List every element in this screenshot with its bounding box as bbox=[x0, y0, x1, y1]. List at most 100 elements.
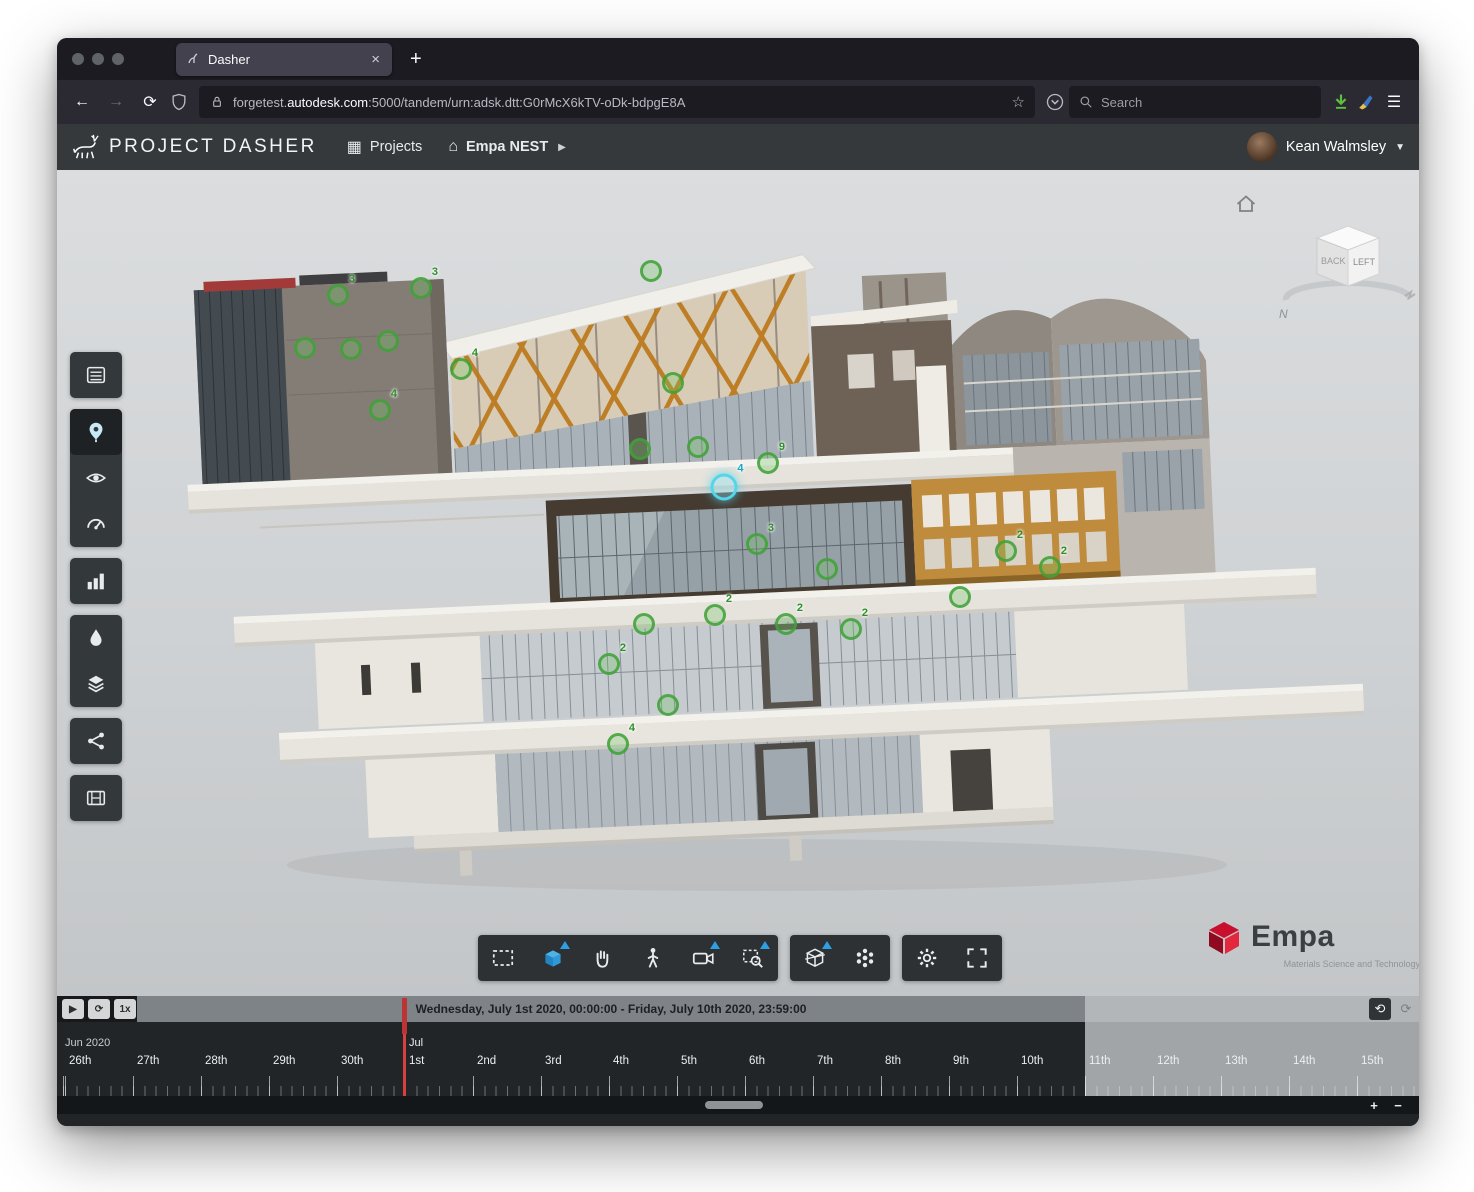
speed-button[interactable]: 1x bbox=[114, 999, 136, 1019]
sensor-marker[interactable]: 3 bbox=[746, 533, 768, 555]
sensor-marker[interactable] bbox=[633, 613, 655, 635]
timeline-range-text: Wednesday, July 1st 2020, 00:00:00 - Fri… bbox=[416, 1002, 807, 1016]
sensor-marker[interactable]: 4 bbox=[369, 399, 391, 421]
close-window-button[interactable] bbox=[72, 53, 84, 65]
settings-button[interactable] bbox=[902, 935, 952, 981]
pan-hand-button[interactable] bbox=[578, 935, 628, 981]
reset-range-button[interactable]: ⟲ bbox=[1369, 998, 1391, 1020]
menu-hamburger-icon[interactable]: ☰ bbox=[1379, 87, 1409, 117]
timeline-zoom-in-button[interactable]: + bbox=[1363, 1096, 1385, 1114]
app-title: PROJECT DASHER bbox=[109, 136, 317, 158]
sensor-marker[interactable]: 2 bbox=[704, 604, 726, 626]
gauge-button[interactable] bbox=[70, 501, 122, 547]
pocket-icon[interactable] bbox=[1045, 92, 1065, 112]
nav-current-project[interactable]: ⌂ Empa NEST ▶ bbox=[448, 138, 566, 156]
forward-button[interactable]: → bbox=[101, 87, 131, 117]
tab-close-icon[interactable]: × bbox=[369, 51, 382, 68]
minimize-window-button[interactable] bbox=[92, 53, 104, 65]
timeline-day-label: 29th bbox=[273, 1055, 295, 1067]
tab-title: Dasher bbox=[208, 52, 361, 67]
timeline-ruler[interactable]: 26th27th28th29th30th1st2nd3rd4th5th6th7t… bbox=[57, 1052, 1419, 1096]
scrollbar-thumb[interactable] bbox=[705, 1101, 763, 1109]
marquee-select-button[interactable] bbox=[478, 935, 528, 981]
ruler-minor-ticks bbox=[57, 1086, 1419, 1096]
timeline-playhead[interactable] bbox=[403, 998, 406, 1096]
section-box-button[interactable] bbox=[790, 935, 840, 981]
timeline-day-label: 1st bbox=[409, 1055, 424, 1067]
sensor-marker[interactable] bbox=[816, 558, 838, 580]
user-menu[interactable]: Kean Walmsley ▼ bbox=[1247, 132, 1405, 162]
sensor-marker[interactable]: 4 bbox=[607, 733, 629, 755]
loop-button[interactable]: ⟳ bbox=[88, 999, 110, 1019]
sensor-marker[interactable] bbox=[949, 586, 971, 608]
empa-logo: Empa Materials Science and Technology bbox=[1205, 920, 1419, 969]
data-panel-button[interactable] bbox=[70, 352, 122, 398]
maximize-window-button[interactable] bbox=[112, 53, 124, 65]
share-button[interactable] bbox=[70, 718, 122, 764]
chevron-right-icon: ▶ bbox=[558, 142, 566, 153]
timeline-day-label: 4th bbox=[613, 1055, 629, 1067]
timeline-day-label: 13th bbox=[1225, 1055, 1247, 1067]
sensor-marker[interactable] bbox=[657, 694, 679, 716]
sensor-marker[interactable] bbox=[662, 372, 684, 394]
building-levels-button[interactable] bbox=[70, 558, 122, 604]
reload-button[interactable]: ⟳ bbox=[135, 87, 165, 117]
viewcube-left-label[interactable]: LEFT bbox=[1353, 257, 1376, 267]
timeline-day-label: 11th bbox=[1089, 1055, 1111, 1067]
tracking-shield-icon[interactable] bbox=[169, 92, 189, 112]
water-drop-button[interactable] bbox=[70, 615, 122, 661]
sensor-marker[interactable]: 3 bbox=[327, 284, 349, 306]
timeline-zoom-out-button[interactable]: − bbox=[1387, 1096, 1409, 1114]
highlighter-extension-icon[interactable] bbox=[1355, 92, 1375, 112]
projects-grid-icon: ▦ bbox=[347, 137, 362, 157]
search-input[interactable]: Search bbox=[1069, 86, 1321, 118]
sensor-marker[interactable]: 2 bbox=[1039, 556, 1061, 578]
redo-range-button[interactable]: ⟳ bbox=[1395, 998, 1417, 1020]
explode-model-button[interactable] bbox=[840, 935, 890, 981]
back-button[interactable]: ← bbox=[67, 87, 97, 117]
window-controls[interactable] bbox=[57, 53, 140, 65]
sensor-marker-count: 3 bbox=[349, 273, 355, 285]
browser-tab[interactable]: Dasher × bbox=[176, 43, 392, 76]
play-button[interactable]: ▶ bbox=[62, 999, 84, 1019]
sensor-marker[interactable] bbox=[294, 337, 316, 359]
zoom-window-button[interactable] bbox=[728, 935, 778, 981]
orbit-button[interactable] bbox=[528, 935, 578, 981]
sensor-marker[interactable]: 2 bbox=[840, 618, 862, 640]
sensor-marker-count: 4 bbox=[737, 463, 743, 475]
fullscreen-button[interactable] bbox=[952, 935, 1002, 981]
new-tab-button[interactable]: + bbox=[404, 48, 428, 71]
timeline-scrollbar: + − bbox=[57, 1096, 1419, 1114]
nav-projects[interactable]: ▦ Projects bbox=[347, 137, 423, 157]
sensor-marker[interactable]: 2 bbox=[995, 540, 1017, 562]
sensor-marker[interactable] bbox=[640, 260, 662, 282]
sensor-marker[interactable] bbox=[629, 438, 651, 460]
camera-button[interactable] bbox=[678, 935, 728, 981]
sensor-marker[interactable]: 4 bbox=[450, 358, 472, 380]
view-cube[interactable]: BACK LEFT N bbox=[1253, 212, 1419, 327]
sensor-marker[interactable]: 2 bbox=[598, 653, 620, 675]
download-icon[interactable] bbox=[1331, 92, 1351, 112]
sensor-marker[interactable]: 2 bbox=[775, 613, 797, 635]
sensor-marker-layer: 33449432222224 bbox=[57, 170, 1419, 996]
timeline-day-label: 2nd bbox=[477, 1055, 496, 1067]
sensor-marker[interactable]: 4 bbox=[711, 474, 738, 501]
first-person-button[interactable] bbox=[628, 935, 678, 981]
url-bar[interactable]: forgetest.autodesk.com:5000/tandem/urn:a… bbox=[199, 86, 1035, 118]
timeline-day-label: 28th bbox=[205, 1055, 227, 1067]
sensor-marker[interactable] bbox=[340, 338, 362, 360]
sensor-marker[interactable] bbox=[377, 330, 399, 352]
sensor-marker[interactable]: 3 bbox=[410, 277, 432, 299]
sensor-marker[interactable]: 9 bbox=[757, 452, 779, 474]
animation-film-button[interactable] bbox=[70, 775, 122, 821]
url-text: forgetest.autodesk.com:5000/tandem/urn:a… bbox=[233, 95, 1004, 110]
sensors-pin-button[interactable] bbox=[70, 409, 122, 455]
layers-button[interactable] bbox=[70, 661, 122, 707]
timeline-day-label: 12th bbox=[1157, 1055, 1179, 1067]
viewer-canvas[interactable]: 33449432222224 BACK LEFT N bbox=[57, 170, 1419, 996]
bookmark-star-icon[interactable]: ☆ bbox=[1012, 93, 1025, 111]
visibility-eye-button[interactable] bbox=[70, 455, 122, 501]
viewcube-back-label[interactable]: BACK bbox=[1321, 256, 1346, 266]
sensor-marker-count: 3 bbox=[432, 266, 438, 278]
sensor-marker[interactable] bbox=[687, 436, 709, 458]
